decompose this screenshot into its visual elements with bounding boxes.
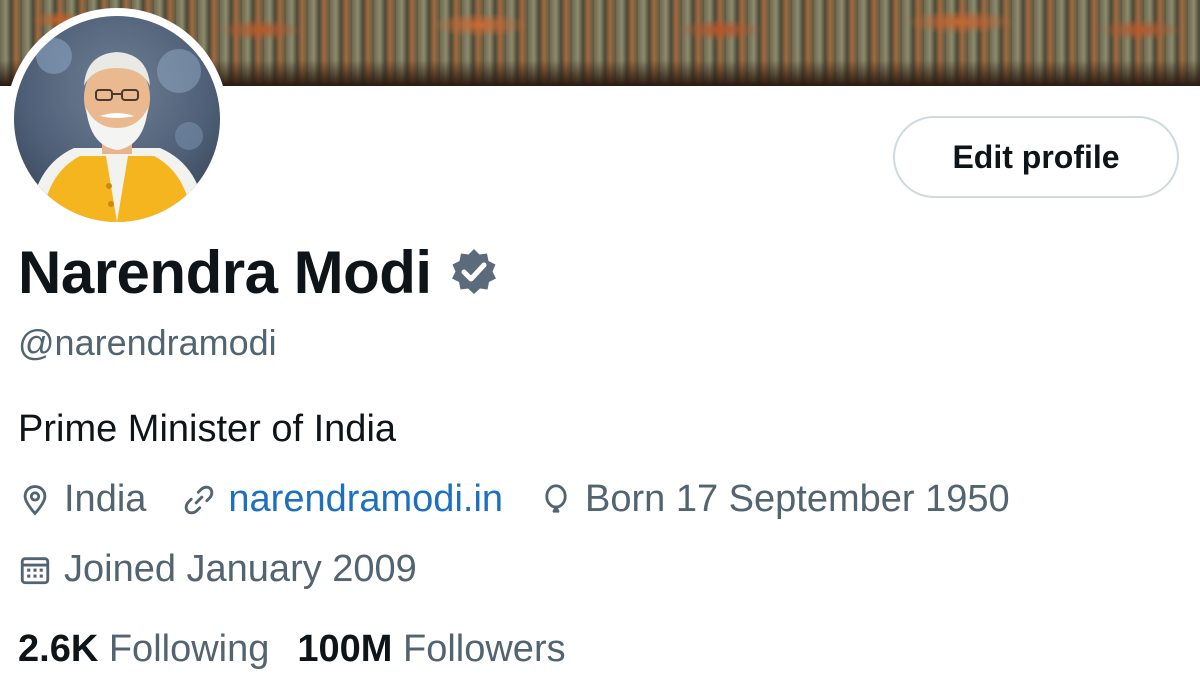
- birthday-text: Born 17 September 1950: [585, 478, 1010, 520]
- profile-joined-row: Joined January 2009: [18, 548, 453, 591]
- link-icon: [185, 485, 214, 514]
- calendar-icon: [20, 556, 50, 584]
- avatar[interactable]: [14, 16, 220, 222]
- following-label: Following: [108, 628, 270, 670]
- website-link[interactable]: narendramodi.in: [228, 478, 503, 521]
- birthday-item: Born 17 September 1950: [539, 478, 1010, 521]
- verified-badge-icon[interactable]: [448, 247, 500, 299]
- avatar-photo: [29, 38, 206, 222]
- profile-name: Narendra Modi: [18, 239, 432, 306]
- following-count: 2.6K: [18, 628, 99, 670]
- followers-link[interactable]: 100M Followers: [297, 628, 565, 671]
- location-pin-icon: [23, 484, 47, 516]
- joined-item: Joined January 2009: [18, 548, 417, 591]
- profile-name-row: Narendra Modi: [18, 238, 500, 307]
- following-link[interactable]: 2.6K Following: [18, 628, 269, 671]
- balloon-icon: [545, 483, 567, 513]
- location-item: India: [18, 478, 146, 521]
- website-item: narendramodi.in: [182, 478, 503, 521]
- profile-meta-row: India narendramodi.in Born 17 September …: [18, 478, 1046, 521]
- avatar-frame: [6, 8, 228, 230]
- profile-bio: Prime Minister of India: [18, 408, 397, 450]
- followers-count: 100M: [297, 628, 393, 670]
- profile-stats: 2.6K Following 100M Followers: [18, 628, 594, 671]
- followers-label: Followers: [403, 628, 566, 670]
- edit-profile-button[interactable]: Edit profile: [893, 116, 1179, 198]
- profile-handle: @narendramodi: [18, 322, 277, 363]
- location-text: India: [64, 478, 147, 520]
- joined-text: Joined January 2009: [64, 548, 417, 590]
